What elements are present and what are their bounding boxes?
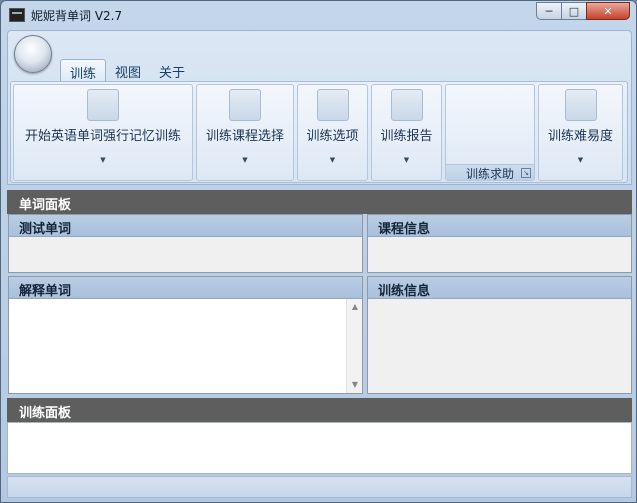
app-window: 妮妮背单词 V2.7 ─ □ ✕ 训练 视图 关于 开始英语单词强行记忆训练 ▼… <box>0 0 637 503</box>
app-icon <box>9 8 25 22</box>
train-help-group: 训练求助 ↘ <box>445 84 535 181</box>
train-help-label: 训练求助 <box>465 167 514 181</box>
chevron-down-icon: ▼ <box>403 156 410 164</box>
start-training-button[interactable]: 开始英语单词强行记忆训练 ▼ <box>13 84 193 181</box>
train-report-label: 训练报告 <box>380 129 433 144</box>
explain-word-panel: 解释单词 ▲ ▼ <box>8 276 363 394</box>
chevron-down-icon: ▼ <box>329 156 336 164</box>
word-panel-header: 单词面板 <box>7 190 632 214</box>
chevron-down-icon: ▼ <box>100 156 106 164</box>
train-report-button[interactable]: 训练报告 ▼ <box>371 84 442 181</box>
ribbon-area: 训练 视图 关于 开始英语单词强行记忆训练 ▼ 训练课程选择 ▼ 训练选项 ▼ <box>7 30 632 185</box>
train-options-icon <box>316 89 349 121</box>
close-button[interactable]: ✕ <box>586 2 630 20</box>
minimize-button[interactable]: ─ <box>536 2 562 20</box>
tab-train[interactable]: 训练 <box>60 59 107 82</box>
course-select-icon <box>229 89 261 121</box>
chevron-down-icon: ▼ <box>242 156 248 164</box>
ribbon-panel: 开始英语单词强行记忆训练 ▼ 训练课程选择 ▼ 训练选项 ▼ 训练报告 ▼ 训练… <box>10 81 628 183</box>
tab-about[interactable]: 关于 <box>150 59 194 81</box>
train-info-header: 训练信息 <box>368 277 631 299</box>
start-training-label: 开始英语单词强行记忆训练 <box>24 129 181 144</box>
dialog-launcher-icon[interactable]: ↘ <box>521 168 531 178</box>
train-options-button[interactable]: 训练选项 ▼ <box>297 84 368 181</box>
test-word-header: 测试单词 <box>9 215 362 237</box>
scroll-up-icon[interactable]: ▲ <box>347 299 363 315</box>
explain-word-header: 解释单词 <box>9 277 362 299</box>
difficulty-icon <box>564 89 597 121</box>
start-training-icon <box>87 89 119 121</box>
tab-view[interactable]: 视图 <box>106 59 150 81</box>
train-help-footer: 训练求助 ↘ <box>446 164 534 181</box>
title-bar[interactable]: 妮妮背单词 V2.7 ─ □ ✕ <box>1 1 636 29</box>
course-select-button[interactable]: 训练课程选择 ▼ <box>196 84 294 181</box>
window-title: 妮妮背单词 V2.7 <box>31 9 123 23</box>
course-info-body <box>368 237 631 272</box>
test-word-panel: 测试单词 <box>8 214 363 273</box>
chevron-down-icon: ▼ <box>577 156 584 164</box>
maximize-button[interactable]: □ <box>561 2 587 20</box>
course-info-header: 课程信息 <box>368 215 631 237</box>
scroll-down-icon[interactable]: ▼ <box>347 377 363 393</box>
application-menu-orb[interactable] <box>14 35 52 73</box>
status-bar <box>7 476 632 498</box>
train-panel-body[interactable] <box>7 422 632 474</box>
train-panel-header: 训练面板 <box>7 398 632 422</box>
vertical-scrollbar[interactable]: ▲ ▼ <box>346 299 362 393</box>
course-info-panel: 课程信息 <box>367 214 632 273</box>
difficulty-label: 训练难易度 <box>547 129 613 144</box>
train-options-label: 训练选项 <box>306 129 359 144</box>
ribbon-tabs: 训练 视图 关于 <box>60 59 194 82</box>
test-word-body <box>9 237 362 272</box>
course-select-label: 训练课程选择 <box>205 129 284 144</box>
train-info-body <box>368 299 631 393</box>
explain-word-textarea[interactable]: ▲ ▼ <box>9 299 362 393</box>
train-report-icon <box>390 89 423 121</box>
train-info-panel: 训练信息 <box>367 276 632 394</box>
difficulty-button[interactable]: 训练难易度 ▼ <box>538 84 623 181</box>
